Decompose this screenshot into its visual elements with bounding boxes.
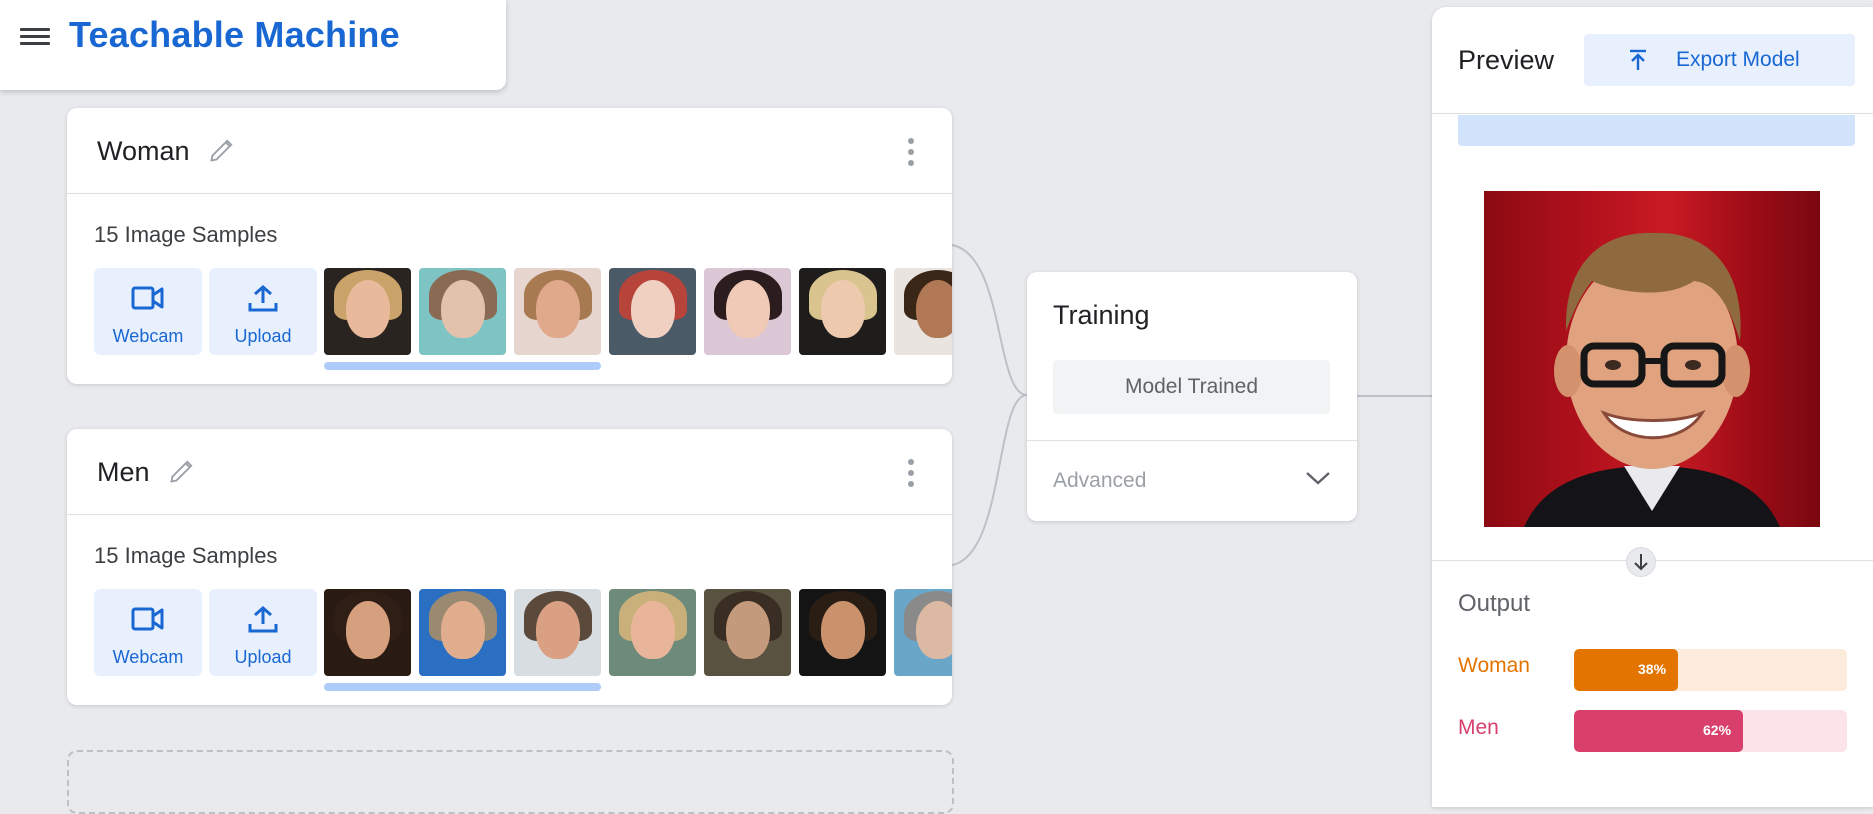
webcam-button[interactable]: Webcam — [94, 268, 202, 355]
preview-title: Preview — [1458, 45, 1555, 75]
preview-panel: Preview Export Model Output Woman 38% Me… — [1432, 7, 1873, 807]
training-title: Training — [1053, 300, 1150, 330]
class-card-woman: Woman 15 Image Samples Webcam Upload — [67, 108, 952, 384]
more-options-icon[interactable] — [908, 459, 916, 487]
export-model-label: Export Model — [1676, 48, 1800, 71]
class-card-header: Woman — [67, 108, 952, 194]
sample-thumbnail[interactable] — [419, 268, 506, 355]
sample-thumbnail[interactable] — [609, 268, 696, 355]
upload-icon — [248, 606, 278, 633]
advanced-toggle[interactable]: Advanced — [1053, 469, 1146, 493]
sample-thumbnail[interactable] — [704, 589, 791, 676]
webcam-label: Webcam — [112, 326, 184, 346]
add-class-card[interactable] — [67, 750, 954, 814]
samples-count: 15 Image Samples — [94, 543, 278, 568]
video-camera-icon — [131, 607, 164, 631]
upload-icon — [248, 285, 278, 312]
output-percent: 62% — [1703, 722, 1732, 738]
sample-thumbnail[interactable] — [609, 589, 696, 676]
app-header: Teachable Machine — [0, 0, 506, 90]
output-title: Output — [1458, 590, 1531, 617]
training-panel: Training Model Trained Advanced — [1027, 272, 1357, 521]
sample-thumbnail[interactable] — [514, 268, 601, 355]
class-card-men: Men 15 Image Samples Webcam Upload — [67, 429, 952, 705]
sample-thumbnail[interactable] — [894, 589, 952, 676]
output-label-men: Men — [1458, 716, 1499, 739]
arrow-down-icon — [1626, 547, 1656, 577]
edit-pencil-icon[interactable] — [208, 136, 236, 164]
upload-button[interactable]: Upload — [209, 268, 317, 355]
sample-thumbnail[interactable] — [324, 268, 411, 355]
edit-pencil-icon[interactable] — [168, 457, 196, 485]
samples-scrollbar[interactable] — [324, 362, 601, 370]
preview-input-image — [1484, 191, 1820, 527]
model-trained-button[interactable]: Model Trained — [1053, 360, 1330, 414]
output-bar-woman: 38% — [1574, 649, 1847, 691]
sample-thumbnail[interactable] — [894, 268, 952, 355]
class-name[interactable]: Woman — [97, 136, 190, 167]
output-bar-men: 62% — [1574, 710, 1847, 752]
man-portrait-image — [1524, 232, 1780, 527]
chevron-down-icon[interactable] — [1305, 470, 1331, 486]
class-card-header: Men — [67, 429, 952, 515]
sample-thumbnail[interactable] — [514, 589, 601, 676]
upload-button[interactable]: Upload — [209, 589, 317, 676]
hamburger-menu-icon[interactable] — [20, 24, 50, 48]
more-options-icon[interactable] — [908, 138, 916, 166]
sample-thumbnail[interactable] — [704, 268, 791, 355]
input-source-bar[interactable] — [1458, 115, 1855, 146]
export-model-button[interactable]: Export Model — [1584, 34, 1855, 86]
sample-thumbnail[interactable] — [324, 589, 411, 676]
sample-thumbnail[interactable] — [419, 589, 506, 676]
webcam-label: Webcam — [112, 647, 184, 667]
upload-label: Upload — [234, 647, 292, 667]
output-label-woman: Woman — [1458, 654, 1530, 677]
sample-thumbnail[interactable] — [799, 589, 886, 676]
app-title[interactable]: Teachable Machine — [69, 14, 400, 56]
video-camera-icon — [131, 286, 164, 310]
sample-thumbnail[interactable] — [799, 268, 886, 355]
upload-label: Upload — [234, 326, 292, 346]
divider — [1027, 440, 1357, 441]
webcam-button[interactable]: Webcam — [94, 589, 202, 676]
class-name[interactable]: Men — [97, 457, 150, 488]
export-upload-icon — [1630, 49, 1646, 70]
divider — [1432, 113, 1873, 114]
samples-scrollbar[interactable] — [324, 683, 601, 691]
samples-count: 15 Image Samples — [94, 222, 278, 247]
output-percent: 38% — [1638, 661, 1667, 677]
